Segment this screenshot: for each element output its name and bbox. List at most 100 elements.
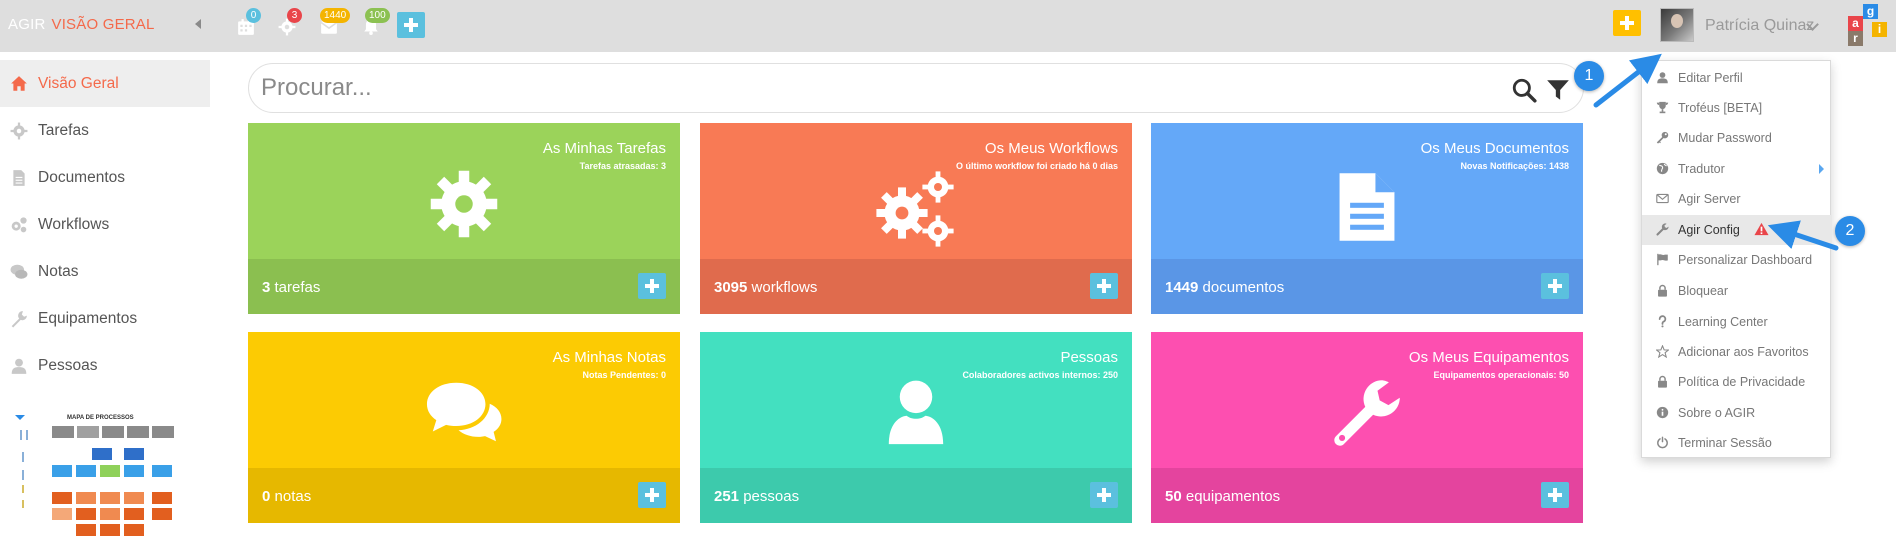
gears-icon xyxy=(10,216,28,234)
globe-icon xyxy=(1656,162,1669,175)
menu-item-pol-tica-de-privacidade[interactable]: Política de Privacidade xyxy=(1642,367,1832,397)
notifications-button[interactable]: 100 xyxy=(362,8,390,36)
sidebar-item-label: Equipamentos xyxy=(38,309,138,327)
quick-add-button[interactable] xyxy=(397,12,425,38)
tile-footer: 1449 documentos xyxy=(1151,259,1583,314)
menu-item-label: Adicionar aos Favoritos xyxy=(1678,345,1809,359)
logo-letter: i xyxy=(1872,22,1887,37)
tile-title: Os Meus Workflows xyxy=(984,140,1118,157)
tasks-badge: 3 xyxy=(287,8,302,23)
search-input[interactable] xyxy=(261,72,1481,104)
menu-item-personalizar-dashboard[interactable]: Personalizar Dashboard xyxy=(1642,245,1832,275)
tile-workflows[interactable]: Os Meus Workflows O último workflow foi c… xyxy=(700,123,1132,314)
tile-count-text: 0 notas xyxy=(262,488,311,505)
comments-icon xyxy=(248,378,680,464)
sidebar-item-visao-geral[interactable]: Visão Geral xyxy=(0,60,210,107)
sidebar-collapse-icon[interactable] xyxy=(195,19,201,29)
tile-count: 251 xyxy=(714,488,740,505)
tile-pessoas[interactable]: Pessoas Colaboradores activos internos: 2… xyxy=(700,332,1132,523)
menu-item-mudar-password[interactable]: Mudar Password xyxy=(1642,123,1832,153)
tile-tarefas[interactable]: As Minhas Tarefas Tarefas atrasadas: 33 t… xyxy=(248,123,680,314)
calendar-badge: 0 xyxy=(246,8,261,23)
tile-count: 50 xyxy=(1165,488,1182,505)
menu-item-label: Terminar Sessão xyxy=(1678,436,1772,450)
menu-item-agir-server[interactable]: Agir Server xyxy=(1642,184,1832,214)
process-map-thumbnail[interactable]: MAPA DE PROCESSOS xyxy=(12,410,182,542)
search-icon[interactable] xyxy=(1511,77,1537,103)
document-icon xyxy=(10,169,28,187)
user-name[interactable]: Patrícia Quinaz xyxy=(1705,17,1814,35)
tile-footer: 251 pessoas xyxy=(700,468,1132,523)
tile-add-button[interactable] xyxy=(638,482,666,508)
agir-logo[interactable]: a g r i xyxy=(1848,4,1892,46)
menu-item-tradutor[interactable]: Tradutor xyxy=(1642,154,1832,184)
sidebar-item-notas[interactable]: Notas xyxy=(0,248,210,295)
calendar-button[interactable]: 0 xyxy=(237,8,261,36)
menu-item-label: Agir Config xyxy=(1678,223,1740,237)
menu-item-label: Política de Privacidade xyxy=(1678,375,1806,389)
sidebar-item-label: Visão Geral xyxy=(38,74,119,92)
sidebar-item-workflows[interactable]: Workflows xyxy=(0,201,210,248)
tile-count-text: 50 equipamentos xyxy=(1165,488,1280,505)
documents-badge: 1440 xyxy=(320,8,351,23)
key-icon xyxy=(1656,131,1669,144)
star-icon xyxy=(1656,345,1669,358)
sidebar-item-pessoas[interactable]: Pessoas xyxy=(0,342,210,389)
process-map-title: MAPA DE PROCESSOS xyxy=(67,415,134,421)
menu-item-label: Editar Perfil xyxy=(1678,71,1743,85)
document-icon xyxy=(1151,169,1583,255)
tile-add-button[interactable] xyxy=(638,273,666,299)
sidebar-item-tarefas[interactable]: Tarefas xyxy=(0,107,210,154)
user-icon xyxy=(1656,71,1669,84)
question-icon xyxy=(1656,315,1669,328)
logo-letter: a xyxy=(1848,16,1863,31)
user-icon xyxy=(700,378,1132,464)
tile-unit: pessoas xyxy=(743,488,800,505)
menu-item-bloquear[interactable]: Bloquear xyxy=(1642,276,1832,306)
menu-item-trof-us-beta[interactable]: Troféus [BETA] xyxy=(1642,93,1832,123)
menu-item-label: Personalizar Dashboard xyxy=(1678,253,1813,267)
user-menu: Editar Perfil Troféus [BETA] Mudar Passwor… xyxy=(1641,60,1832,458)
tile-footer: 50 equipamentos xyxy=(1151,468,1583,523)
tile-add-button[interactable] xyxy=(1541,482,1569,508)
tile-count: 1449 xyxy=(1165,279,1199,296)
sidebar-item-label: Pessoas xyxy=(38,356,98,374)
menu-item-agir-config[interactable]: Agir Config xyxy=(1642,215,1832,245)
app-brand[interactable]: AGIR VISÃO GERAL xyxy=(8,16,155,33)
menu-item-adicionar-aos-favoritos[interactable]: Adicionar aos Favoritos xyxy=(1642,337,1832,367)
sidebar-item-label: Notas xyxy=(38,262,79,280)
tile-footer: 3095 workflows xyxy=(700,259,1132,314)
wrench-icon xyxy=(10,310,28,328)
step-marker-1: 1 xyxy=(1574,61,1604,91)
gear-icon xyxy=(248,169,680,255)
submenu-arrow-icon xyxy=(1819,164,1824,174)
sidebar-item-equipamentos[interactable]: Equipamentos xyxy=(0,295,210,342)
tile-notas[interactable]: As Minhas Notas Notas Pendentes: 00 notas xyxy=(248,332,680,523)
menu-item-learning-center[interactable]: Learning Center xyxy=(1642,307,1832,337)
tile-footer: 3 tarefas xyxy=(248,259,680,314)
menu-item-label: Mudar Password xyxy=(1678,131,1772,145)
new-item-button[interactable] xyxy=(1613,10,1641,36)
filter-icon[interactable] xyxy=(1545,77,1571,103)
documents-button[interactable]: 1440 xyxy=(320,8,351,36)
tile-count: 0 xyxy=(262,488,271,505)
menu-item-terminar-sess-o[interactable]: Terminar Sessão xyxy=(1642,428,1832,458)
tile-equipamentos[interactable]: Os Meus Equipamentos Equipamentos operaci… xyxy=(1151,332,1583,523)
tile-add-button[interactable] xyxy=(1090,273,1118,299)
tile-count-text: 3095 workflows xyxy=(714,279,817,296)
tile-add-button[interactable] xyxy=(1541,273,1569,299)
tile-unit: workflows xyxy=(751,279,818,296)
tile-add-button[interactable] xyxy=(1090,482,1118,508)
user-icon xyxy=(10,357,28,375)
tile-count-text: 3 tarefas xyxy=(262,279,320,296)
menu-item-editar-perfil[interactable]: Editar Perfil xyxy=(1642,63,1832,93)
tile-title: Os Meus Documentos xyxy=(1420,140,1569,157)
tile-count-text: 251 pessoas xyxy=(714,488,799,505)
sidebar-item-documentos[interactable]: Documentos xyxy=(0,154,210,201)
tasks-button[interactable]: 3 xyxy=(278,8,302,36)
avatar[interactable] xyxy=(1660,8,1694,42)
search-bar xyxy=(248,63,1584,113)
menu-item-sobre-o-agir[interactable]: Sobre o AGIR xyxy=(1642,398,1832,428)
tile-footer: 0 notas xyxy=(248,468,680,523)
tile-documentos[interactable]: Os Meus Documentos Novas Notificações: 14… xyxy=(1151,123,1583,314)
